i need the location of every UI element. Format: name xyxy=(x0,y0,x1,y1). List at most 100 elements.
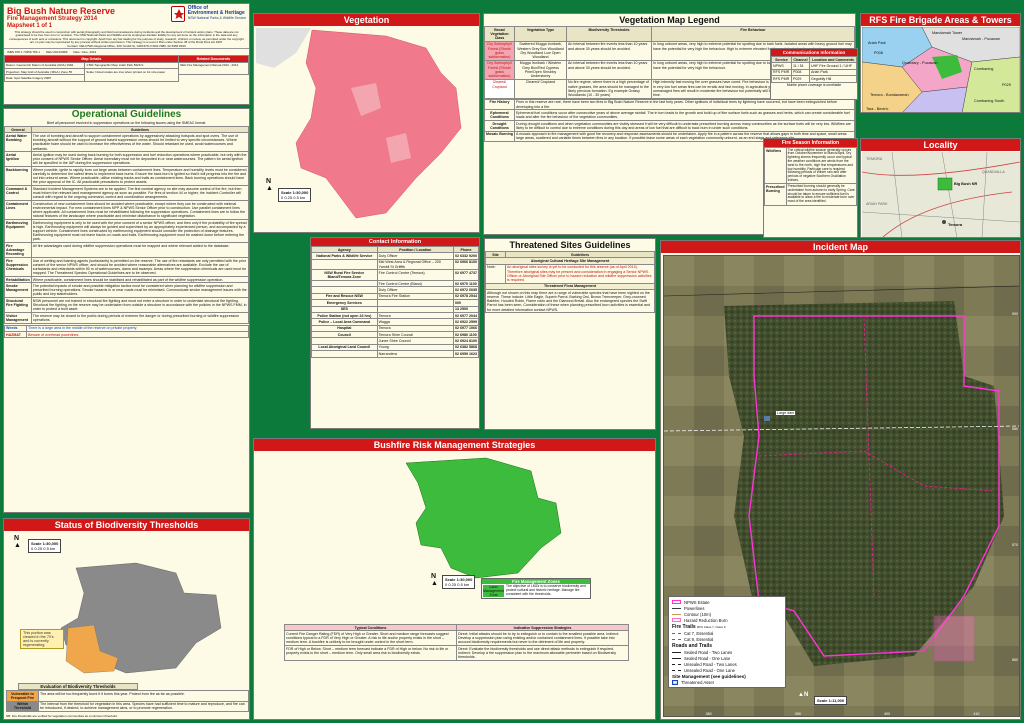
guideline-category: Command & Control xyxy=(4,185,32,201)
veg-class: Dry Sclerophyll Forest (Shrub/ grass sub… xyxy=(484,40,515,61)
locality-label-reserve: Big Bush NR xyxy=(954,182,978,186)
guideline-category: Fire Advantage Recording xyxy=(4,242,32,258)
hazard-reduction-burn-area xyxy=(933,615,975,662)
road-label: Unsealed Road - Two Lanes xyxy=(684,661,737,667)
locality-label-quandialla: QUANDIALLA xyxy=(982,170,1005,174)
incident-legend-item: Hazard Reduction Burn xyxy=(672,617,782,623)
vegetation-heading: Vegetation xyxy=(254,14,479,26)
veg-type: Mugga Ironbark / Western Grey Box/Red Cy… xyxy=(514,59,567,80)
threatened-asset-icon: ☐ xyxy=(672,679,678,685)
veg-legend-heading: Vegetation Map Legend xyxy=(484,14,855,26)
evaluation-heading: Evaluation of Biodiversity Thresholds xyxy=(18,683,138,690)
locality-label-temora: Temora xyxy=(948,222,963,227)
guideline-row: Smoke Management The potential impacts of… xyxy=(4,282,249,299)
comm-table: Service Channel Location and Comments NP… xyxy=(771,55,857,83)
zone-name: Land Management Zone xyxy=(483,585,504,597)
threshold-status: Vulnerable to Frequent Fire xyxy=(6,690,39,702)
legend-label: Powerlines xyxy=(684,605,705,611)
contact-agency: NSW Rural Fire Service Bland/Temora Zone xyxy=(311,269,378,281)
veg-extra-text: During drought conditions and when veget… xyxy=(514,120,855,132)
grid-labels-y: 590 580 570 560 xyxy=(1012,256,1018,716)
guideline-category: Backburning xyxy=(4,166,32,187)
veg-extra-label: Ephemeral Conditions xyxy=(484,109,515,121)
guideline-category: Aerial Ignition xyxy=(4,151,32,168)
season-heading: Fire Season Information xyxy=(764,139,857,147)
rfs-map: Mandamah Tower Ariah Park Quandary - Puc… xyxy=(861,26,1020,112)
zone-text: The objective of LMZs is to conserve bio… xyxy=(505,584,586,596)
guideline-row: Command & Control Standard Incident Manag… xyxy=(4,185,249,201)
veg-extra-table: Fire History Fires in this reserve are ra… xyxy=(484,98,855,143)
guideline-category: Structural Fire Fighting xyxy=(4,297,32,313)
locality-label-temora-region: TEMORA xyxy=(866,157,883,161)
incident-scale-text: Scale 1:11,000 xyxy=(817,698,845,703)
season-row: Prescribed Burning Prescribed burning sho… xyxy=(764,183,857,206)
guideline-category: Aerial Water Bombing xyxy=(4,132,32,153)
zones-box: Fire Management Zones Land Management Zo… xyxy=(481,578,591,599)
rfs-label-tower: Mandamah Tower xyxy=(932,31,963,35)
threshold-status: Within Threshold xyxy=(6,700,39,713)
veg-north-arrow-icon: N ▲ xyxy=(266,178,273,192)
guideline-row: Earthmoving Equipment Earthmoving equipme… xyxy=(4,218,249,244)
bio-scale-km: 0 0.25 0.5 km xyxy=(31,546,56,551)
contact-position: Mid West Area & Regional Office – 200 Ya… xyxy=(376,258,455,271)
biodiversity-note: NB: Fire thresholds are verified for veg… xyxy=(6,714,118,718)
guideline-text: The use of bombing and aircraft to suppo… xyxy=(30,132,249,153)
rfs-label-temora: Temora - Bundawarrah xyxy=(870,93,909,97)
guideline-row: Aerial Ignition Aerial ignition may be us… xyxy=(4,151,249,168)
guideline-category: Containment Lines xyxy=(4,199,32,220)
rfs-label-combaning-south: Combaning South xyxy=(974,99,1005,103)
threshold-text: The area will be too frequently burnt if… xyxy=(38,690,249,702)
locality-heading: Locality xyxy=(861,139,1020,151)
threatened-heading: Threatened Sites Guidelines xyxy=(485,239,655,251)
contact-row: NSW Rural Fire Service Bland/Temora Zone… xyxy=(311,269,479,281)
threatened-panel: Threatened Sites Guidelines Site Guidelin… xyxy=(484,238,656,430)
road-label: Sealed Road - One Lane xyxy=(684,655,731,661)
evaluation-row: Within Threshold The interval from the th… xyxy=(6,700,249,713)
veg-type: Cleared/ Cropland xyxy=(514,78,567,99)
guideline-category: Earthmoving Equipment xyxy=(4,218,32,244)
note-text: An aboriginal sites survey is yet to be … xyxy=(505,263,655,284)
guideline-text: The potential impacts of smoke and possi… xyxy=(30,282,249,299)
vegetation-panel: Vegetation N ▲ Scale 1:30,000 0 0.25 0.5 … xyxy=(253,13,480,233)
veg-extra-text: Fires in this reserve are rare, there ha… xyxy=(514,98,855,111)
grid-x-4: 410 xyxy=(973,712,980,716)
biodiversity-map: N ▲ Scale 1:30,000 0 0.25 0.5 km This por… xyxy=(6,533,249,683)
strategies-map: N ▲ Scale 1:30,000 0 0.25 0.5 km Fire Man… xyxy=(256,453,655,613)
title-panel: Big Bush Nature Reserve Fire Management … xyxy=(3,3,250,105)
mapsheet-label: Mapsheet 1 of 1 xyxy=(7,23,53,29)
veg-extra-row: Fire History Fires in this reserve are ra… xyxy=(484,98,855,111)
veg-scale-km: 0 0.25 0.5 km xyxy=(281,195,306,200)
guideline-text: Use of wetting and foaming agents (surfa… xyxy=(30,256,249,277)
hazmat-label: HAZMAT xyxy=(4,330,27,339)
land-management-zone-area xyxy=(405,457,562,579)
veg-extra-text: Ephemeral fuel conditions occur after co… xyxy=(514,109,855,121)
fire-trails-sub: RFS Class 7, Class 9 xyxy=(697,625,726,629)
legend-label: NPWS Estate xyxy=(684,599,710,605)
strategy-row: FDR of High or Below. Short – medium ter… xyxy=(284,645,629,661)
rfs-label-combaning: Combaning xyxy=(974,67,994,71)
veg-extra-label: Mosaic Burning xyxy=(484,130,515,143)
contact-position: Fire Control Centre (Temora) xyxy=(376,269,455,281)
trail-label: Cat 9, Essential xyxy=(684,636,714,642)
guideline-category: Visitor Management xyxy=(4,311,32,324)
grid-x-3: 400 xyxy=(884,712,891,716)
veg-legend-col: Fire Behaviour xyxy=(651,26,855,42)
rfs-panel: RFS Fire Brigade Areas & Towers Mandamah… xyxy=(860,13,1021,113)
contact-row: Narrandera 02 6959 1623 xyxy=(311,350,479,358)
veg-type: Scattered Mugga Ironbark, Western Grey B… xyxy=(514,40,567,61)
rfs-label-ariah: Ariah Park xyxy=(868,41,886,45)
veg-extra-row: Ephemeral Conditions Ephemeral fuel condi… xyxy=(484,109,855,121)
scale-note-cell: Scale: Noted scales are true when printe… xyxy=(84,67,179,82)
grid-x-1: 380 xyxy=(705,712,712,716)
strategy-conditions: FDR of High or Below. Short – medium ter… xyxy=(284,645,457,661)
cleared-area xyxy=(256,28,311,68)
guideline-row: Backburning Where possible, ignite to rap… xyxy=(4,166,249,187)
road-label: Unsealed Road - One Lane xyxy=(684,667,735,673)
grid-y-2: 580 xyxy=(1012,427,1018,432)
season-label: Prescribed Burning xyxy=(764,183,787,206)
incident-scalebar: Scale 1:11,000 xyxy=(814,696,848,705)
threatened-asset-label: Threatened Asset xyxy=(681,679,714,685)
road-line-icon xyxy=(672,657,681,659)
comm-channel: P029 xyxy=(791,75,810,83)
veg-class: Dry Sclerophyll Forest (Shrub/ grass sub… xyxy=(484,59,515,80)
